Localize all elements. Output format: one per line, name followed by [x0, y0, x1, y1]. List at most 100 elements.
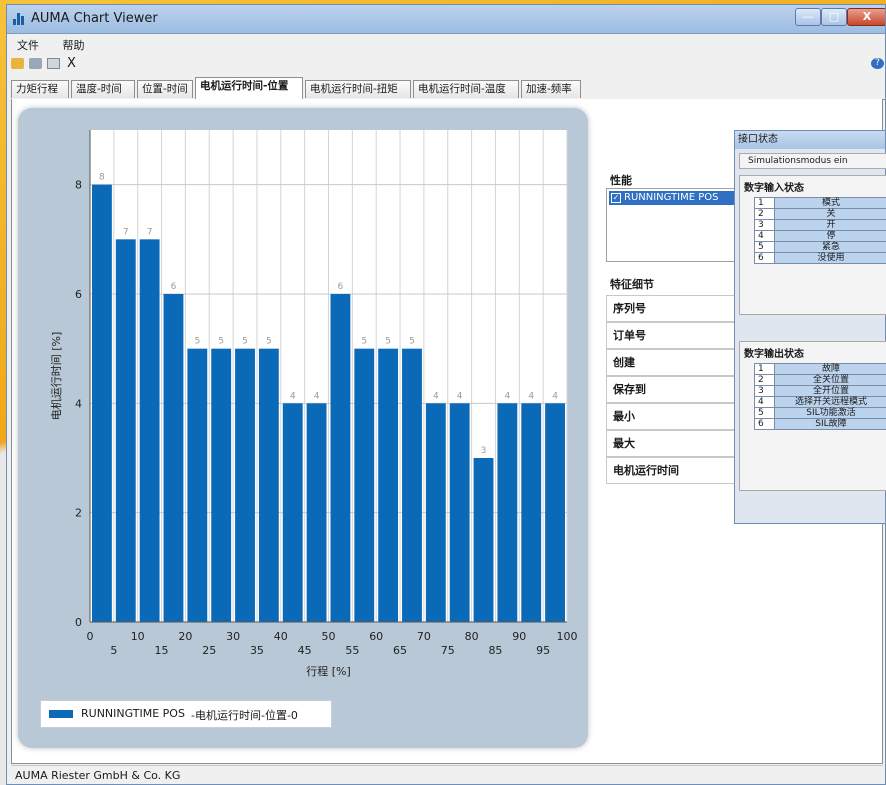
x-tick-label: 40 [274, 630, 288, 643]
legend-swatch [49, 710, 73, 718]
bar-value-label: 7 [123, 227, 129, 237]
digital-output-signal: 故障 [774, 363, 886, 375]
digital-input-row: 1 模式 [754, 197, 886, 209]
bar [449, 403, 470, 622]
digital-output-row: 6 SIL故障 [754, 418, 886, 430]
digital-output-row: 4 选择开关远程模式 [754, 396, 886, 408]
digital-output-row: 1 故障 [754, 363, 886, 375]
digital-output-index: 1 [754, 363, 775, 375]
digital-output-index: 4 [754, 396, 775, 408]
legend-extra-label: -电机运行时间-位置-0 [191, 709, 298, 722]
x-tick-label: 95 [536, 644, 550, 657]
x-axis-label: 行程 [%] [306, 665, 351, 678]
x-tick-label: 100 [557, 630, 578, 643]
x-tick-label: 70 [417, 630, 431, 643]
x-tick-label: 30 [226, 630, 240, 643]
prop-motor-runtime: 电机运行时间 [606, 457, 738, 484]
prop-saved-to: 保存到 [606, 376, 738, 403]
x-tick-label: 75 [441, 644, 455, 657]
bar-value-label: 4 [505, 391, 511, 401]
bar-value-label: 5 [242, 337, 248, 347]
digital-output-row: 3 全开位置 [754, 385, 886, 397]
digital-output-signal: SIL故障 [774, 418, 886, 430]
bar [115, 239, 136, 623]
legend-series-label: RUNNINGTIME POS [81, 707, 185, 720]
x-tick-label: 85 [488, 644, 502, 657]
feature-details-label: 特征细节 [610, 278, 654, 291]
x-tick-label: 10 [131, 630, 145, 643]
y-tick-label: 4 [75, 397, 82, 410]
simulation-mode-tab[interactable]: Simulationsmodus ein [739, 153, 886, 169]
y-axis-label: 电机运行时间 [%] [49, 332, 63, 421]
digital-input-row: 4停 [754, 230, 886, 242]
digital-input-row: 2关 [754, 208, 886, 220]
performance-item-label: RUNNINGTIME POS [624, 192, 719, 203]
bar [473, 458, 494, 622]
digital-input-index: 5 [754, 241, 775, 253]
y-tick-label: 2 [75, 507, 82, 520]
digital-input-row: 6 没使用 [754, 252, 886, 264]
digital-input-row: 3开 [754, 219, 886, 231]
x-tick-label: 45 [298, 644, 312, 657]
digital-output-signal: 全关位置 [774, 374, 886, 386]
bar-value-label: 5 [409, 337, 415, 347]
bar-value-label: 4 [433, 391, 439, 401]
bar-value-label: 6 [171, 282, 177, 292]
digital-output-row: 2 全关位置 [754, 374, 886, 386]
x-tick-label: 50 [322, 630, 336, 643]
digital-output-signal: 全开位置 [774, 385, 886, 397]
bar-value-label: 3 [481, 446, 487, 456]
x-tick-label: 20 [178, 630, 192, 643]
bar [354, 348, 375, 622]
x-tick-label: 65 [393, 644, 407, 657]
performance-list: ✓ RUNNINGTIME POS [606, 188, 739, 262]
digital-input-signal: 紧急 [774, 241, 886, 253]
bar [330, 294, 351, 622]
digital-input-index: 3 [754, 219, 775, 231]
chart-legend: RUNNINGTIME POS -电机运行时间-位置-0 [40, 700, 332, 728]
digital-output-index: 6 [754, 418, 775, 430]
digital-output-signal: SIL功能激活 [774, 407, 886, 419]
y-tick-label: 6 [75, 288, 82, 301]
bar-value-label: 5 [218, 337, 224, 347]
x-tick-label: 60 [369, 630, 383, 643]
digital-inputs-title: 数字输入状态 [744, 183, 804, 194]
prop-order-number: 订单号 [606, 322, 738, 349]
bar [139, 239, 160, 623]
y-tick-label: 8 [75, 179, 82, 192]
digital-input-index: 1 [754, 197, 775, 209]
y-tick-label: 0 [75, 616, 82, 629]
digital-input-index: 4 [754, 230, 775, 242]
bar [545, 403, 565, 622]
bar-value-label: 4 [457, 391, 463, 401]
digital-output-signal: 选择开关远程模式 [774, 396, 886, 408]
digital-output-index: 3 [754, 385, 775, 397]
x-tick-label: 25 [202, 644, 216, 657]
bar-value-label: 5 [385, 337, 391, 347]
bar [497, 403, 518, 622]
x-tick-label: 15 [155, 644, 169, 657]
bar-value-label: 5 [194, 337, 200, 347]
digital-input-index: 6 [754, 252, 775, 264]
bar [402, 348, 422, 622]
checkbox-icon[interactable]: ✓ [611, 193, 621, 203]
bar-value-label: 5 [361, 337, 367, 347]
performance-item[interactable]: ✓ RUNNINGTIME POS [609, 191, 739, 205]
digital-output-index: 5 [754, 407, 775, 419]
prop-serial-number: 序列号 [606, 295, 738, 322]
bar-value-label: 8 [99, 173, 105, 183]
x-tick-label: 55 [345, 644, 359, 657]
bar-value-label: 4 [528, 391, 534, 401]
bar-value-label: 6 [338, 282, 344, 292]
bar-value-label: 4 [290, 391, 296, 401]
bar [425, 403, 446, 622]
bar [306, 403, 327, 622]
prop-minimum: 最小 [606, 403, 738, 430]
digital-inputs-table: 1 模式 2 关 3 开 4 停 5 紧急 6 没使用 [754, 197, 886, 264]
prop-created: 创建 [606, 349, 738, 376]
bar [187, 348, 208, 622]
x-tick-label: 5 [110, 644, 117, 657]
x-tick-label: 35 [250, 644, 264, 657]
x-tick-label: 0 [87, 630, 94, 643]
performance-label: 性能 [610, 174, 632, 187]
